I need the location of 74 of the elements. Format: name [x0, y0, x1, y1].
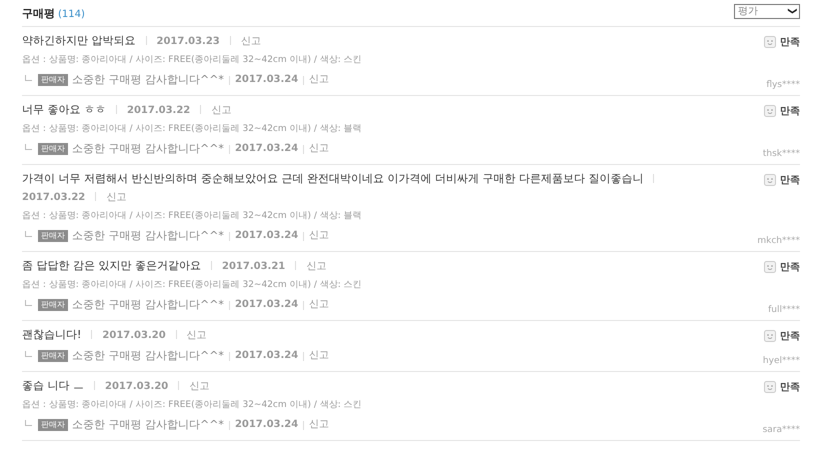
seller-badge: 판매자 — [38, 299, 68, 311]
reply-corner-icon — [25, 231, 32, 237]
reply-corner-icon — [25, 75, 32, 81]
smiley-icon — [764, 174, 776, 186]
section-title: 구매평 — [22, 6, 55, 20]
username: full**** — [768, 305, 800, 315]
option-text: 옵션 : 상품명: 종아리아대 / 사이즈: FREE(종아리둘레 32~42cm 이내) / 색상: 블랙 — [22, 124, 362, 134]
seller-badge: 판매자 — [38, 230, 68, 242]
reply-corner-icon — [25, 351, 32, 357]
reply-date: 2017.03.24 — [234, 418, 298, 432]
reply-text: 소중한 구매평 감사합니다^^* — [72, 141, 224, 157]
smiley-icon — [764, 36, 776, 48]
reply-corner-icon — [25, 420, 32, 426]
report-link[interactable]: 신고 — [211, 105, 232, 116]
review-title: 괜찮습니다! — [22, 328, 82, 341]
review-date: 2017.03.22 — [22, 192, 86, 203]
report-link[interactable]: 신고 — [306, 261, 326, 272]
reply-text: 소중한 구매평 감사합니다^^* — [72, 417, 224, 433]
report-link[interactable]: 신고 — [189, 381, 210, 392]
reply-text: 소중한 구매평 감사합니다^^* — [72, 348, 224, 364]
seller-badge: 판매자 — [38, 350, 68, 362]
report-link[interactable]: 신고 — [240, 36, 261, 47]
smiley-icon — [764, 105, 776, 117]
reply-text: 소중한 구매평 감사합니다^^* — [72, 72, 224, 88]
report-link[interactable]: 신고 — [309, 294, 330, 316]
reply-date: 2017.03.24 — [234, 349, 298, 363]
option-text: 옵션 : 상품명: 종아리아대 / 사이즈: FREE(종아리둘레 32~42cm 이내) / 색상: 블랙 — [22, 211, 362, 221]
rating-label: 만족 — [780, 261, 800, 274]
rating-label: 만족 — [780, 174, 800, 187]
review-date: 2017.03.22 — [127, 105, 190, 116]
username: hyel**** — [762, 356, 800, 366]
seller-badge: 판매자 — [38, 143, 68, 155]
review-date: 2017.03.20 — [102, 330, 166, 341]
rating-label: 만족 — [780, 381, 800, 394]
rating-label: 만족 — [780, 105, 800, 118]
review-title: 가격이 너무 저렴해서 반신반의하며 중순해보았어요 근데 완전대박이네요 이가격에 더비싸게 구매한 다른제품보다 질이좋습니 — [22, 172, 644, 185]
reply-date: 2017.03.24 — [234, 73, 298, 87]
report-link[interactable]: 신고 — [309, 138, 330, 160]
reply-corner-icon — [25, 144, 32, 150]
review-title: 좀 답답한 감은 있지만 좋은거같아요 — [22, 259, 201, 272]
report-link[interactable]: 신고 — [309, 69, 330, 91]
review-date: 2017.03.20 — [105, 381, 168, 392]
smiley-icon — [764, 381, 776, 393]
option-text: 옵션 : 상품명: 종아리아대 / 사이즈: FREE(종아리둘레 32~42cm 이내) / 색상: 스킨 — [22, 400, 362, 410]
reply-date: 2017.03.24 — [234, 229, 298, 243]
report-link[interactable]: 신고 — [186, 330, 207, 341]
review-title: 약하긴하지만 압박되요 — [22, 34, 136, 47]
review-count: (114) — [58, 8, 85, 20]
option-text: 옵션 : 상품명: 종아리아대 / 사이즈: FREE(종아리둘레 32~42cm 이내) / 색상: 스킨 — [22, 280, 362, 290]
username: sara**** — [762, 425, 800, 435]
reply-date: 2017.03.24 — [234, 298, 298, 312]
username: flys**** — [766, 80, 800, 90]
username: thsk**** — [762, 149, 800, 159]
smiley-icon — [764, 330, 776, 342]
username: mkch**** — [757, 236, 800, 246]
reply-text: 소중한 구매평 감사합니다^^* — [72, 228, 224, 244]
report-link[interactable]: 신고 — [106, 192, 126, 203]
sort-dropdown[interactable]: 평가 ❯ — [734, 4, 800, 18]
reply-date: 2017.03.24 — [234, 142, 298, 156]
review-date: 2017.03.23 — [156, 36, 220, 47]
option-text: 옵션 : 상품명: 종아리아대 / 사이즈: FREE(종아리둘레 32~42cm 이내) / 색상: 스킨 — [22, 55, 362, 65]
reply-corner-icon — [25, 300, 32, 306]
report-link[interactable]: 신고 — [309, 225, 330, 247]
seller-badge: 판매자 — [38, 74, 68, 86]
seller-badge: 판매자 — [38, 419, 68, 431]
review-date: 2017.03.21 — [222, 261, 286, 272]
rating-label: 만족 — [780, 36, 800, 49]
review-title: 너무 좋아요 ㅎㅎ — [22, 103, 106, 116]
reply-text: 소중한 구매평 감사합니다^^* — [72, 297, 224, 313]
smiley-icon — [764, 261, 776, 273]
report-link[interactable]: 신고 — [309, 345, 330, 367]
report-link[interactable]: 신고 — [309, 414, 330, 436]
review-title: 좋습 니다 ㅡ — [22, 379, 84, 392]
rating-label: 만족 — [780, 330, 800, 343]
